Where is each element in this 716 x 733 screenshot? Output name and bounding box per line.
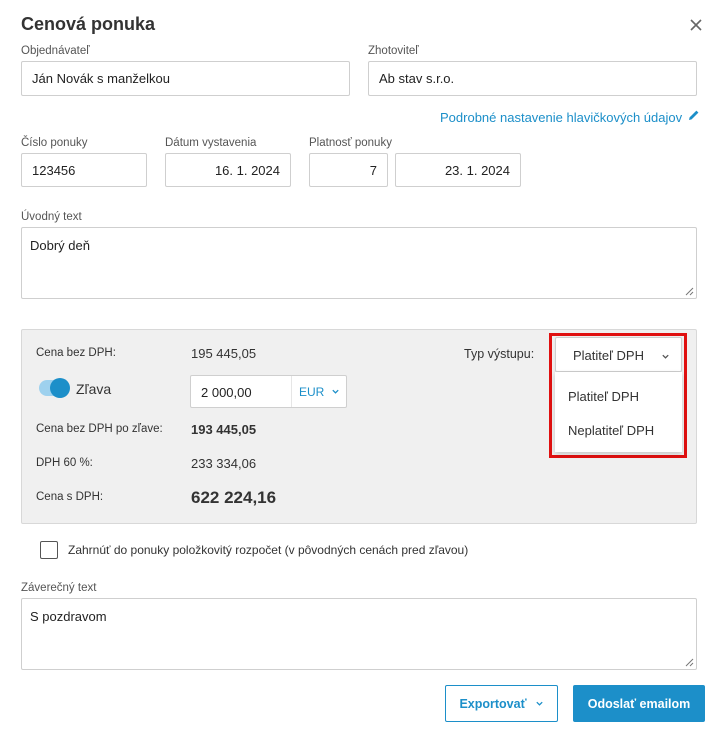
total-value: 622 224,16 <box>191 488 277 507</box>
output-type-label: Typ výstupu: <box>464 347 535 361</box>
send-email-button[interactable]: Odoslať emailom <box>573 685 705 722</box>
closing-textarea[interactable]: S pozdravom <box>21 598 697 670</box>
discount-label: Zľava <box>76 381 112 397</box>
after-discount-label: Cena bez DPH po zľave: <box>36 423 163 435</box>
chevron-down-icon <box>662 354 669 359</box>
issue-date-field[interactable]: 16. 1. 2024 <box>165 153 291 187</box>
header-details-link-label[interactable]: Podrobné nastavenie hlavičkových údajov <box>440 110 682 125</box>
include-budget-label: Zahrnúť do ponuky položkovitý rozpočet (… <box>68 543 469 557</box>
client-field[interactable]: Ján Novák s manželkou <box>21 61 350 96</box>
discount-input-group: 2 000,00 EUR <box>190 375 347 408</box>
validity-date-field[interactable]: 23. 1. 2024 <box>395 153 521 187</box>
client-label: Objednávateľ <box>21 45 90 57</box>
issue-date-label: Dátum vystavenia <box>165 137 257 149</box>
export-button-label: Exportovať <box>459 696 527 711</box>
include-budget-checkbox[interactable] <box>40 541 58 559</box>
price-excl-label: Cena bez DPH: <box>36 347 116 359</box>
resize-grip-icon[interactable] <box>685 658 694 667</box>
intro-label: Úvodný text <box>21 211 82 223</box>
vat-value: 233 334,06 <box>191 456 257 471</box>
offer-number-field[interactable]: 123456 <box>21 153 147 187</box>
offer-number-label: Číslo ponuky <box>21 137 88 149</box>
total-label: Cena s DPH: <box>36 491 104 503</box>
discount-toggle[interactable] <box>39 378 70 398</box>
validity-label: Platnosť ponuky <box>309 137 392 149</box>
vat-label: DPH 60 %: <box>36 457 93 469</box>
resize-grip-icon[interactable] <box>685 287 694 296</box>
output-type-select[interactable]: Platiteľ DPH <box>555 337 682 372</box>
output-type-option[interactable]: Neplatiteľ DPH <box>568 423 654 438</box>
pencil-icon[interactable] <box>688 108 700 126</box>
after-discount-value: 193 445,05 <box>191 422 257 437</box>
price-excl-value: 195 445,05 <box>191 346 257 361</box>
export-button[interactable]: Exportovať <box>445 685 558 722</box>
validity-days-field[interactable]: 7 <box>309 153 388 187</box>
chevron-down-icon <box>332 389 339 394</box>
dialog-title: Cenová ponuka <box>21 14 156 34</box>
output-type-value: Platiteľ DPH <box>573 348 644 363</box>
chevron-down-icon <box>535 701 543 706</box>
contractor-field[interactable]: Ab stav s.r.o. <box>368 61 697 96</box>
discount-input[interactable]: 2 000,00 <box>201 385 252 400</box>
intro-textarea[interactable]: Dobrý deň <box>21 227 697 299</box>
close-icon[interactable] <box>687 16 705 34</box>
currency-value: EUR <box>299 385 325 399</box>
closing-text: S pozdravom <box>30 609 107 624</box>
output-type-option[interactable]: Platiteľ DPH <box>568 389 639 404</box>
contractor-label: Zhotoviteľ <box>368 45 419 57</box>
intro-text: Dobrý deň <box>30 238 90 253</box>
currency-select[interactable]: EUR <box>299 385 340 399</box>
closing-label: Záverečný text <box>21 582 97 594</box>
output-type-dropdown: Platiteľ DPH Neplatiteľ DPH <box>555 372 682 452</box>
header-details-link[interactable]: Podrobné nastavenie hlavičkových údajov <box>440 108 700 126</box>
